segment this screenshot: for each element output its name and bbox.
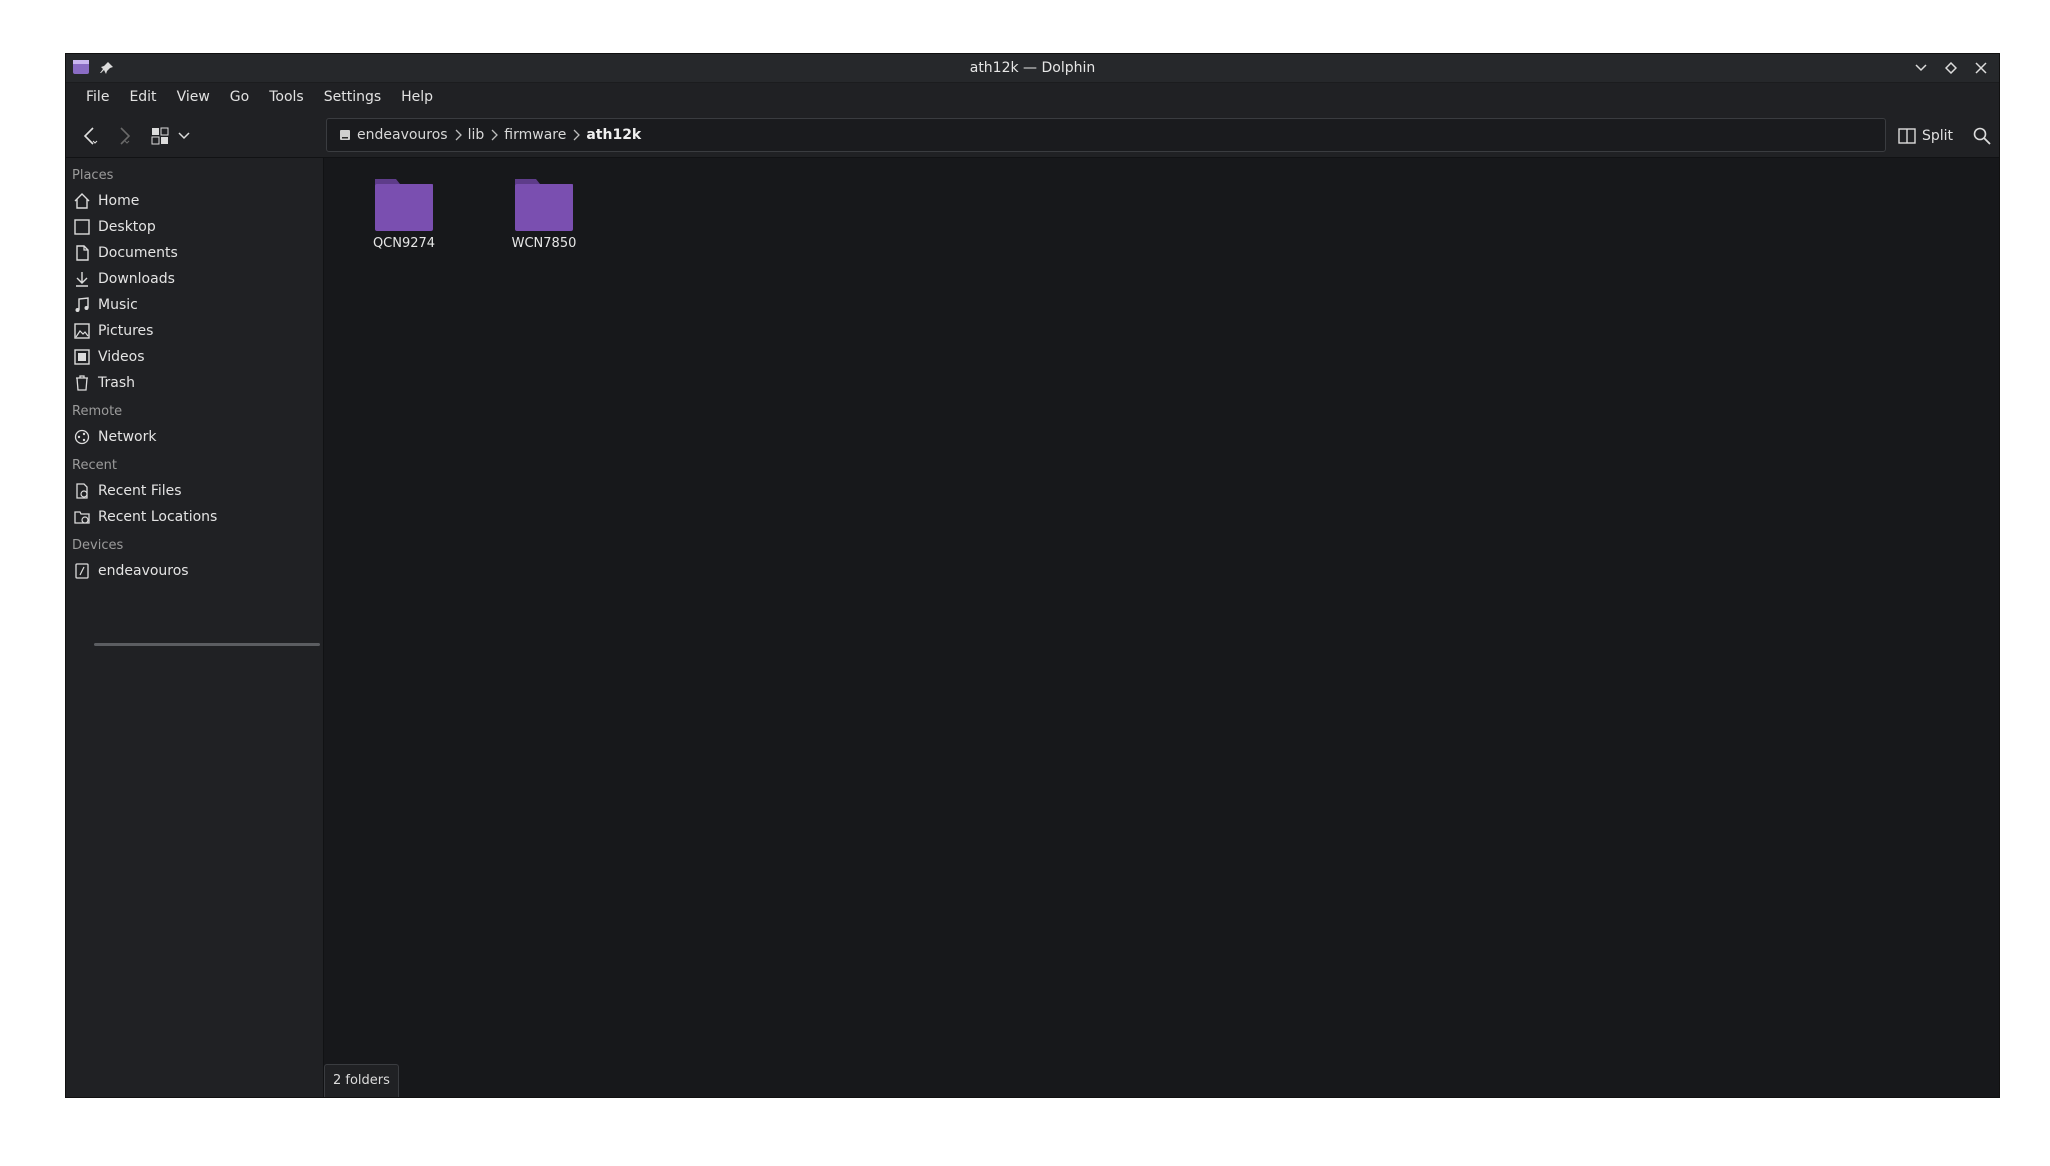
places-header: Places [72, 168, 114, 183]
sidebar-item-trash[interactable]: Trash [66, 370, 323, 396]
status-bar: 2 folders [324, 1064, 399, 1097]
device-capacity-bar [94, 643, 320, 646]
breadcrumb-current[interactable]: ath12k [580, 127, 647, 143]
maximize-icon[interactable] [1941, 58, 1961, 78]
minimize-icon[interactable] [1911, 58, 1931, 78]
network-icon [74, 429, 90, 445]
menu-file[interactable]: File [76, 83, 119, 111]
drive-icon [74, 563, 90, 579]
sidebar-item-home[interactable]: Home [66, 188, 323, 214]
title-bar[interactable]: ath12k — Dolphin [66, 54, 1999, 83]
home-icon [74, 193, 90, 209]
recent-files-icon [74, 483, 90, 499]
sidebar-item-music[interactable]: Music [66, 292, 323, 318]
desktop-icon [74, 219, 90, 235]
places-panel: Places Home Desktop Documents Downloads … [66, 158, 324, 1097]
sidebar-item-downloads[interactable]: Downloads [66, 266, 323, 292]
music-icon [74, 297, 90, 313]
chevron-right-icon [572, 129, 581, 141]
menu-tools[interactable]: Tools [259, 83, 314, 111]
menu-help[interactable]: Help [391, 83, 443, 111]
menu-bar: File Edit View Go Tools Settings Help [66, 83, 1999, 111]
folder-icon [374, 176, 434, 232]
view-mode-dropdown-icon[interactable] [172, 124, 196, 148]
devices-header: Devices [72, 538, 124, 553]
sidebar-item-videos[interactable]: Videos [66, 344, 323, 370]
videos-icon [74, 349, 90, 365]
chevron-right-icon [454, 129, 462, 141]
trash-icon [74, 375, 90, 391]
window-title: ath12k — Dolphin [969, 60, 1096, 76]
back-button[interactable] [78, 124, 102, 148]
sidebar-item-pictures[interactable]: Pictures [66, 318, 323, 344]
menu-go[interactable]: Go [220, 83, 259, 111]
menu-edit[interactable]: Edit [119, 83, 166, 111]
remote-header: Remote [72, 404, 123, 419]
download-icon [74, 271, 90, 287]
documents-icon [74, 245, 90, 261]
menu-settings[interactable]: Settings [314, 83, 391, 111]
split-button[interactable]: Split [1898, 124, 1953, 148]
recent-header: Recent [72, 458, 117, 473]
toolbar: endeavouros lib firmware ath12k Split [66, 114, 1999, 158]
close-icon[interactable] [1971, 58, 1991, 78]
view-mode-icon[interactable] [148, 124, 172, 148]
chevron-right-icon [490, 129, 499, 141]
sidebar-item-desktop[interactable]: Desktop [66, 214, 323, 240]
breadcrumb-lib[interactable]: lib [462, 127, 491, 143]
menu-view[interactable]: View [167, 83, 220, 111]
split-view-icon [1898, 128, 1916, 144]
breadcrumb-root[interactable]: endeavouros [333, 127, 454, 143]
breadcrumb[interactable]: endeavouros lib firmware ath12k [326, 118, 1886, 152]
folder-item[interactable]: WCN7850 [484, 176, 604, 251]
pictures-icon [74, 323, 90, 339]
breadcrumb-firmware[interactable]: firmware [498, 127, 572, 143]
sidebar-item-documents[interactable]: Documents [66, 240, 323, 266]
sidebar-item-device-endeavouros[interactable]: endeavouros [66, 558, 323, 584]
recent-locations-icon [74, 509, 90, 525]
drive-icon [340, 130, 350, 140]
sidebar-item-recent-locations[interactable]: Recent Locations [66, 504, 323, 530]
dolphin-window: ath12k — Dolphin File Edit View Go Tools… [65, 53, 2000, 1098]
search-button[interactable] [1970, 124, 1994, 148]
forward-button[interactable] [112, 124, 136, 148]
file-view[interactable]: QCN9274 WCN7850 2 folders [324, 158, 1999, 1097]
folder-icon [514, 176, 574, 232]
sidebar-item-recent-files[interactable]: Recent Files [66, 478, 323, 504]
search-icon [1973, 127, 1991, 145]
sidebar-item-network[interactable]: Network [66, 424, 323, 450]
folder-item[interactable]: QCN9274 [344, 176, 464, 251]
